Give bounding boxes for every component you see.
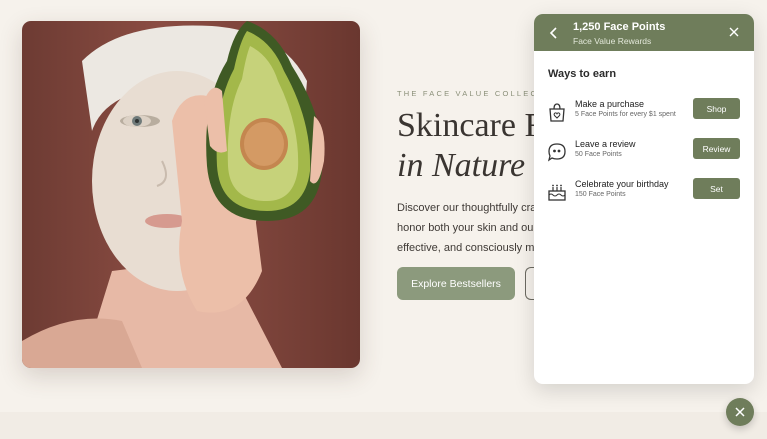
earn-item-label: Leave a review [575,139,636,149]
hero-title-line-2: in Nature [397,147,526,184]
hero-title-line-1: Skincare F [397,107,544,144]
review-button[interactable]: Review [693,138,740,159]
earn-item-purchase: Make a purchase 5 Face Points for every … [534,98,754,126]
hero-title: Skincare F in Nature [397,106,547,186]
rewards-launcher-close-button[interactable] [726,398,754,426]
hero-description-line-1: Discover our thoughtfully craf [397,202,537,214]
earn-item-label: Make a purchase [575,99,645,109]
page-footer-strip [0,412,767,439]
hero-image [22,21,360,368]
model-with-avocado-image [22,21,325,368]
hero-description-line-3: effective, and consciously mad [397,242,537,254]
rewards-panel: 1,250 Face Points Face Value Rewards Way… [534,14,754,384]
rewards-panel-header: 1,250 Face Points Face Value Rewards [534,14,754,51]
earn-item-points: 150 Face Points [575,191,626,198]
close-icon[interactable] [727,25,741,39]
shop-button[interactable]: Shop [693,98,740,119]
close-icon [735,407,745,417]
earn-item-points: 5 Face Points for every $1 spent [575,111,676,118]
set-birthday-button[interactable]: Set [693,178,740,199]
earn-item-label: Celebrate your birthday [575,179,669,189]
hero-description: Discover our thoughtfully craf honor bot… [397,198,537,258]
points-balance: 1,250 Face Points [573,21,666,33]
earn-item-birthday: Celebrate your birthday 150 Face Points … [534,178,754,206]
shopping-bag-heart-icon [546,101,568,123]
collection-eyebrow: THE FACE VALUE COLLECTION [397,89,557,98]
hero-description-line-2: honor both your skin and our p [397,222,537,234]
program-name: Face Value Rewards [573,36,652,46]
earn-item-review: Leave a review 50 Face Points Review [534,138,754,166]
birthday-cake-icon [546,181,568,203]
ways-to-earn-heading: Ways to earn [548,68,617,80]
earn-item-points: 50 Face Points [575,151,622,158]
explore-bestsellers-button[interactable]: Explore Bestsellers [397,267,515,300]
back-icon[interactable] [547,26,561,40]
speech-bubble-quote-icon [546,141,568,163]
